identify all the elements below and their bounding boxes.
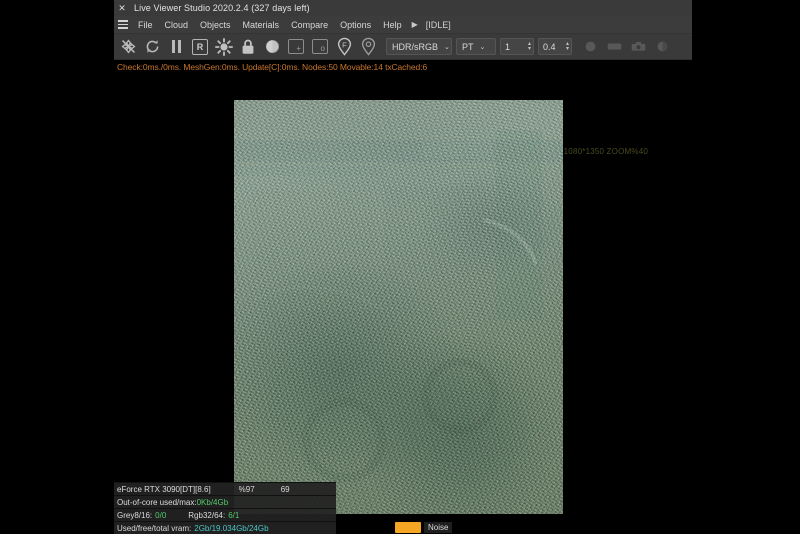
app-window: ✕ Live Viewer Studio 2020.2.4 (327 days …	[114, 0, 692, 534]
stepper-down-icon[interactable]: ▾	[528, 47, 531, 52]
camera-icon[interactable]	[627, 36, 649, 58]
gpu-temp-value: 69	[281, 483, 290, 496]
menu-item-objects[interactable]: Objects	[194, 16, 237, 34]
pin-icon[interactable]	[357, 36, 379, 58]
material-ball-icon[interactable]	[579, 36, 601, 58]
environment-icon[interactable]	[651, 36, 673, 58]
region-render-label: R	[192, 39, 208, 55]
pause-icon[interactable]	[165, 36, 187, 58]
duplicate-object-label: o	[321, 44, 325, 53]
colorspace-dropdown[interactable]: HDR/sRGB ⌄	[386, 38, 452, 55]
menu-bar: File Cloud Objects Materials Compare Opt…	[114, 16, 692, 34]
render-state-label: [IDLE]	[422, 20, 455, 30]
render-noise-speckle	[234, 100, 563, 514]
menu-item-cloud[interactable]: Cloud	[159, 16, 195, 34]
colorspace-value: HDR/sRGB	[392, 42, 438, 52]
samples-stepper[interactable]: 1 ▴ ▾	[500, 38, 534, 55]
noise-color-swatch[interactable]	[395, 522, 421, 533]
title-bar: ✕ Live Viewer Studio 2020.2.4 (327 days …	[114, 0, 692, 16]
focus-icon[interactable]: F	[333, 36, 355, 58]
close-icon[interactable]: ✕	[114, 0, 130, 16]
exposure-stepper[interactable]: 0.4 ▴ ▾	[538, 38, 572, 55]
gpu-name-label: eForce RTX 3090[DT][8.6]	[117, 483, 211, 496]
chevron-down-icon: ⌄	[444, 43, 450, 51]
out-of-core-value: 0Kb/4Gb	[197, 496, 229, 509]
menu-item-compare[interactable]: Compare	[285, 16, 334, 34]
svg-text:F: F	[342, 40, 347, 49]
add-object-icon[interactable]: +	[285, 36, 307, 58]
add-object-label: +	[296, 44, 301, 53]
gpu-usage-value: %97	[239, 483, 255, 496]
stat-row-gpu: eForce RTX 3090[DT][8.6] %97 69	[114, 482, 336, 495]
hamburger-menu-icon[interactable]	[114, 16, 132, 34]
resolution-zoom-readout: 1080*1350 ZOOM%40	[564, 147, 648, 156]
stop-render-icon[interactable]	[117, 36, 139, 58]
render-mode-value: PT	[462, 42, 474, 52]
panorama-icon[interactable]	[603, 36, 625, 58]
sun-light-icon[interactable]	[213, 36, 235, 58]
menu-item-options[interactable]: Options	[334, 16, 377, 34]
reload-icon[interactable]	[141, 36, 163, 58]
render-viewport[interactable]: 1080*1350 ZOOM%40	[114, 74, 692, 534]
window-title: Live Viewer Studio 2020.2.4 (327 days le…	[134, 3, 310, 13]
stat-row-out-of-core: Out-of-core used/max: 0Kb/4Gb	[114, 495, 336, 508]
render-mode-dropdown[interactable]: PT ⌄	[456, 38, 496, 55]
menu-item-materials[interactable]: Materials	[237, 16, 286, 34]
duplicate-object-icon[interactable]: o	[309, 36, 331, 58]
out-of-core-label: Out-of-core used/max:	[117, 496, 197, 509]
play-icon[interactable]: ▶	[408, 20, 422, 29]
exposure-value: 0.4	[543, 42, 566, 52]
noise-label: Noise	[424, 522, 452, 533]
render-stats-line: Check:0ms./0ms. MeshGen:0ms. Update[C]:0…	[114, 60, 692, 74]
region-render-icon[interactable]: R	[189, 36, 211, 58]
sphere-shading-icon[interactable]	[261, 36, 283, 58]
noise-toolbar: Noise	[114, 520, 692, 534]
toolbar: R	[114, 34, 692, 60]
menu-item-help[interactable]: Help	[377, 16, 408, 34]
lock-icon[interactable]	[237, 36, 259, 58]
rendered-image[interactable]	[234, 100, 563, 514]
screen: ✕ Live Viewer Studio 2020.2.4 (327 days …	[0, 0, 800, 534]
menu-item-file[interactable]: File	[132, 16, 159, 34]
stepper-down-icon[interactable]: ▾	[566, 47, 569, 52]
samples-value: 1	[505, 42, 528, 52]
chevron-down-icon: ⌄	[480, 43, 486, 51]
